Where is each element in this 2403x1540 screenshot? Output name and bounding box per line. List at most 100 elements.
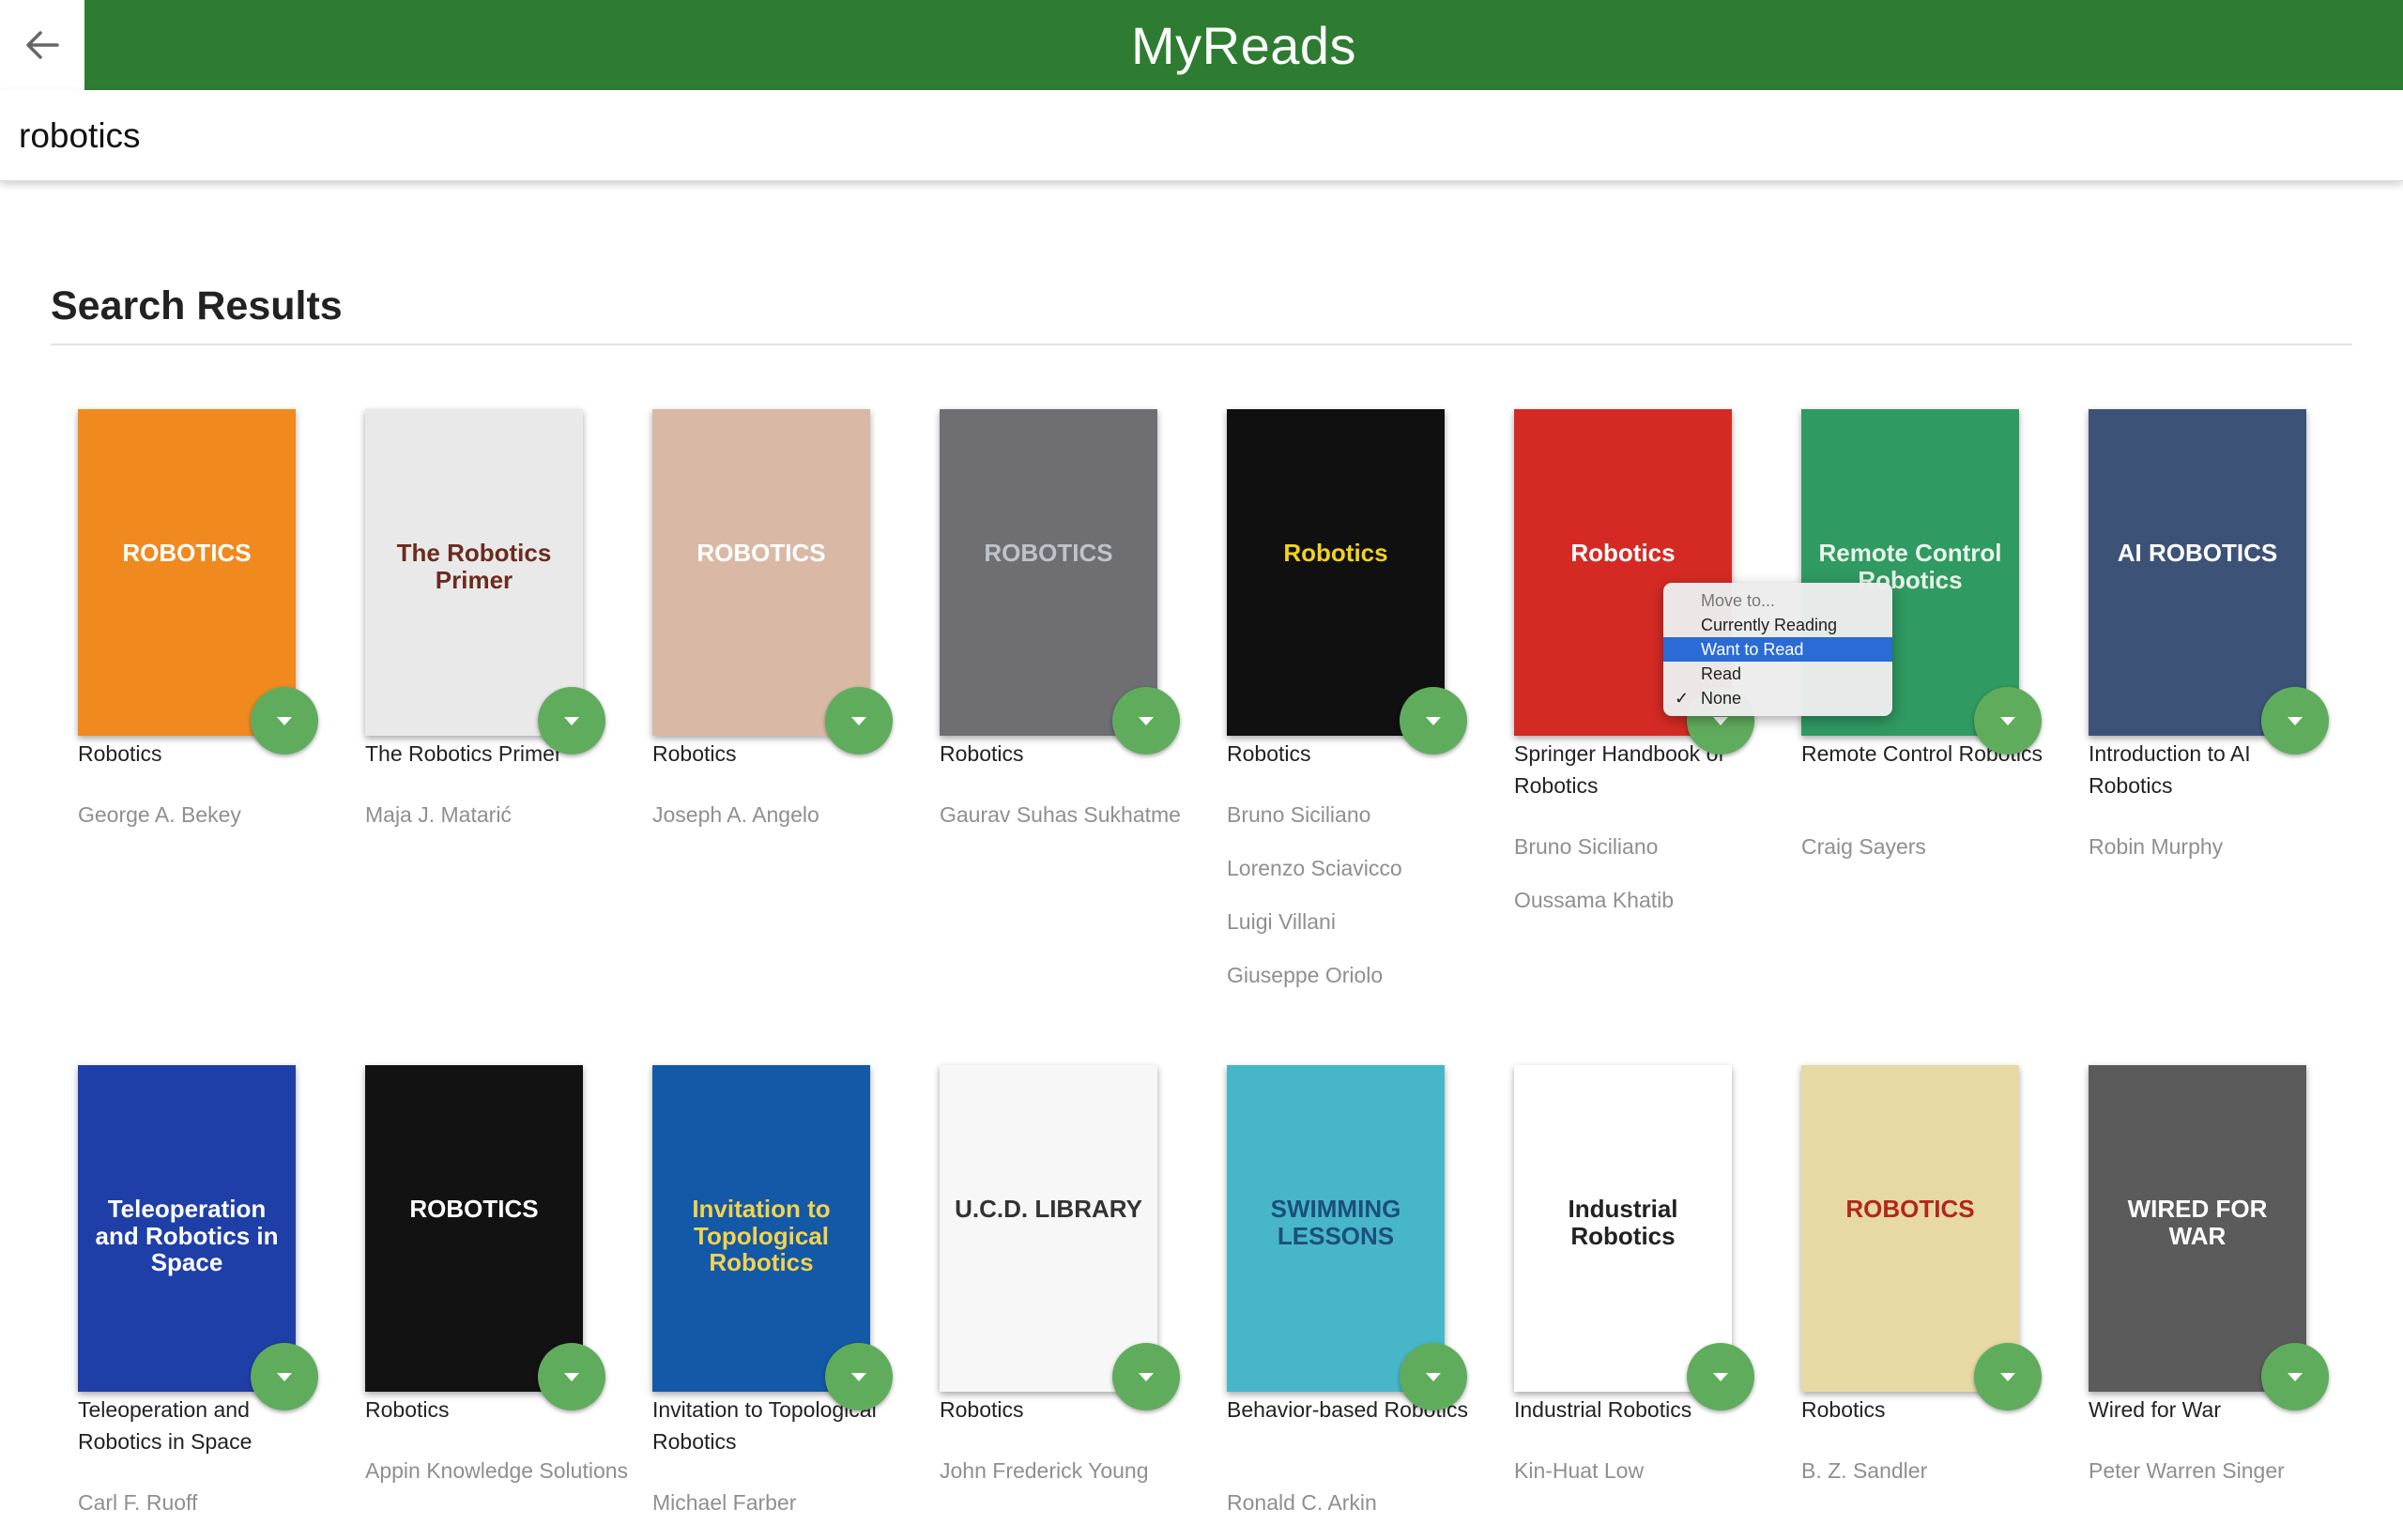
caret-down-icon [2000,716,2015,725]
shelf-option-label: None [1701,689,1742,708]
book-authors: Michael Farber [652,1487,915,1540]
book-authors: Peter Warren Singer [2089,1455,2351,1508]
shelf-changer-button[interactable] [825,687,893,755]
book-authors: Appin Knowledge Solutions [365,1455,628,1508]
book-author: Luigi Villani [1227,909,1336,934]
shelf-changer-button[interactable] [1400,1343,1467,1410]
book-author: B. Z. Sandler [1801,1458,1928,1483]
caret-down-icon [1426,716,1441,725]
shelf-changer-button[interactable] [1112,687,1180,755]
shelf-changer-button[interactable] [2261,1343,2329,1410]
search-input[interactable] [17,107,2367,165]
shelf-option-read[interactable]: Read [1663,662,1892,686]
book-cover: Invitation to Topological Robotics [652,1065,870,1392]
book-author: Oussama Khatib [1514,888,1675,912]
book-author: Bruno Siciliano [1514,834,1659,859]
shelf-option-label: Want to Read [1701,640,1804,659]
shelf-option-none[interactable]: ✓ None [1663,686,1892,710]
shelf-option-label: Currently Reading [1701,616,1838,634]
cover-art-text: Robotics [1570,539,1676,568]
shelf-changer-button[interactable] [1974,1343,2042,1410]
book-authors: Ronald C. Arkin [1227,1487,1490,1540]
book-author: John Frederick Young [940,1458,1149,1483]
book-author: Kin-Huat Low [1514,1458,1645,1483]
book-cover: Robotics [1227,409,1445,736]
book-cover: ROBOTICS [78,409,296,736]
book-author: Appin Knowledge Solutions [365,1458,629,1483]
book-authors: George A. Bekey [78,799,341,852]
shelf-changer-button[interactable] [825,1343,893,1410]
book-authors: Gaurav Suhas Sukhatme [940,799,1202,852]
book-cover: The Robotics Primer [365,409,583,736]
caret-down-icon [564,716,579,725]
caret-down-icon [2000,1372,2015,1381]
shelf-changer-button[interactable] [1112,1343,1180,1410]
cover-art-text: U.C.D. LIBRARY [955,1195,1142,1224]
shelf-changer-button[interactable] [251,1343,318,1410]
arrow-left-icon [26,31,59,59]
caret-down-icon [1139,1372,1154,1381]
book-cover: AI ROBOTICS [2089,409,2306,736]
book-cover: ROBOTICS [1801,1065,2019,1392]
shelf-menu[interactable]: Move to... Currently Reading Want to Rea… [1663,583,1892,716]
book-author: Craig Sayers [1801,834,1926,859]
cover-art-text: ROBOTICS [1845,1195,1975,1224]
shelf-changer-button[interactable] [251,687,318,755]
cover-art-text: ROBOTICS [696,539,826,568]
book-cover: Teleoperation and Robotics in Space [78,1065,296,1392]
shelf-changer-button[interactable] [1687,1343,1754,1410]
shelf-menu-header: Move to... [1701,591,1776,610]
book-authors: Maja J. Matarić [365,799,628,852]
cover-art-text: Teleoperation and Robotics in Space [95,1195,279,1277]
book-author: Ronald C. Arkin [1227,1490,1377,1515]
book-cover: ROBOTICS [652,409,870,736]
caret-down-icon [1426,1372,1441,1381]
cover-art-text: ROBOTICS [984,539,1113,568]
book-author: Giuseppe Oriolo [1227,963,1384,987]
cover-art-text: AI ROBOTICS [2117,539,2278,568]
cover-art-text: Robotics [1283,539,1388,568]
book-authors: Kin-Huat Low [1514,1455,1777,1508]
caret-down-icon [1713,716,1728,725]
book-authors: Carl F. Ruoff [78,1487,341,1540]
book-author: Bruno Siciliano [1227,802,1371,827]
section-divider [51,343,2352,345]
book-authors: Robin Murphy [2089,831,2351,884]
caret-down-icon [851,1372,866,1381]
cover-art-text: Industrial Robotics [1568,1195,1678,1250]
book-author: Joseph A. Angelo [652,802,819,827]
shelf-changer-button[interactable] [2261,687,2329,755]
cover-art-text: WIRED FOR WAR [2127,1195,2268,1250]
book-author: Maja J. Matarić [365,802,512,827]
book-author: Carl F. Ruoff [78,1490,198,1515]
book-author: Gaurav Suhas Sukhatme [940,802,1181,827]
cover-art-text: The Robotics Primer [396,539,552,594]
book-authors: B. Z. Sandler [1801,1455,2064,1508]
checkmark-icon: ✓ [1675,689,1690,708]
book-authors: Bruno Siciliano Oussama Khatib [1514,831,1777,938]
shelf-option-label: Read [1701,664,1742,683]
shelf-changer-button[interactable] [538,1343,605,1410]
search-results-heading: Search Results [51,283,343,328]
book-authors: John Frederick Young [940,1455,1202,1508]
caret-down-icon [2288,716,2303,725]
shelf-option-currently-reading[interactable]: Currently Reading [1663,613,1892,637]
caret-down-icon [564,1372,579,1381]
book-cover: WIRED FOR WAR [2089,1065,2306,1392]
cover-art-text: SWIMMING LESSONS [1270,1195,1401,1250]
book-author: George A. Bekey [78,802,241,827]
back-button[interactable] [0,0,84,90]
caret-down-icon [277,1372,292,1381]
shelf-changer-button[interactable] [538,687,605,755]
shelf-changer-button[interactable] [1400,687,1467,755]
caret-down-icon [277,716,292,725]
shelf-option-want-to-read[interactable]: Want to Read [1663,637,1892,662]
book-author: Lorenzo Sciavicco [1227,856,1402,880]
cover-art-text: Invitation to Topological Robotics [692,1195,831,1277]
book-cover: ROBOTICS [365,1065,583,1392]
book-authors: Joseph A. Angelo [652,799,915,852]
book-author: Peter Warren Singer [2089,1458,2285,1483]
shelf-changer-button[interactable] [1974,687,2042,755]
book-author: Robin Murphy [2089,834,2224,859]
app-header: MyReads [84,0,2403,90]
